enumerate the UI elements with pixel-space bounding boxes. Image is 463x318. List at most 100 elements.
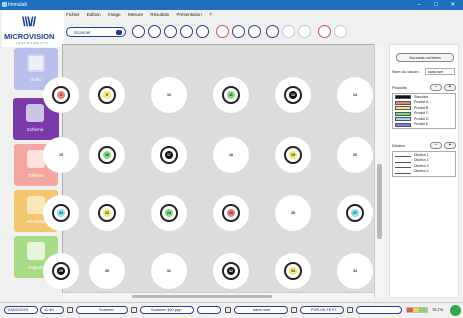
well-ring: 10 bbox=[160, 86, 178, 104]
plate-well[interactable]: 25 bbox=[213, 195, 249, 231]
maximize-button[interactable]: □ bbox=[429, 1, 443, 9]
settings-icon[interactable] bbox=[334, 25, 347, 38]
plate-canvas[interactable]: 4 9 10 11 12 13 15 16 17 18 19 20 22 23 24 25 26 27 29 30 31… bbox=[43, 44, 384, 298]
product-label: Standard bbox=[414, 94, 429, 99]
window-titlebar: Immulab – □ ✕ bbox=[0, 0, 463, 10]
well-ring: 32 bbox=[222, 262, 240, 280]
menu-mesure[interactable]: Mesure bbox=[128, 12, 143, 17]
tubes-icon[interactable] bbox=[132, 25, 145, 38]
scan-icon[interactable] bbox=[164, 25, 177, 38]
plate-well[interactable]: 30 bbox=[89, 253, 125, 289]
plate-well[interactable]: 33 bbox=[275, 253, 311, 289]
search-icon[interactable] bbox=[197, 306, 221, 314]
well-ring: 24 bbox=[160, 204, 178, 222]
pen-icon[interactable] bbox=[232, 25, 245, 38]
plate-well[interactable]: 15 bbox=[43, 137, 79, 173]
status-file: PVR-05-TEST bbox=[300, 306, 344, 314]
mode-select[interactable]: Scanner bbox=[66, 27, 126, 37]
well-ring: 31 bbox=[160, 262, 178, 280]
menu-help[interactable]: ? bbox=[209, 12, 212, 17]
add-dilution-button[interactable]: + bbox=[444, 142, 456, 149]
horizontal-scrollbar[interactable] bbox=[62, 292, 374, 299]
menu-edition[interactable]: Edition bbox=[87, 12, 101, 17]
menu-bar: Fichier Edition Image Mesure Résultats P… bbox=[66, 12, 218, 20]
plate-well[interactable]: 32 bbox=[213, 253, 249, 289]
product-swatch bbox=[395, 122, 411, 127]
plate-well[interactable]: 9 bbox=[89, 77, 125, 113]
status-resolution: Scanner 300 ppp bbox=[140, 306, 194, 314]
mode-select-value: Scanner bbox=[74, 30, 91, 35]
plate-well[interactable]: 29 bbox=[43, 253, 79, 289]
plate-well[interactable]: 27 bbox=[337, 195, 373, 231]
plate-well[interactable]: 11 bbox=[213, 77, 249, 113]
zoom-level-bar[interactable] bbox=[406, 307, 428, 313]
resolution-icon bbox=[131, 307, 137, 313]
well-number: 27 bbox=[351, 209, 359, 217]
well-number: 24 bbox=[165, 209, 173, 217]
well-number: 34 bbox=[353, 269, 357, 273]
well-ring: 4 bbox=[52, 86, 70, 104]
plate-icon[interactable] bbox=[216, 25, 229, 38]
plate-well[interactable]: 22 bbox=[43, 195, 79, 231]
plate-well[interactable]: 34 bbox=[337, 253, 373, 289]
new-schema-button[interactable]: Nouveau schéma bbox=[396, 53, 454, 62]
menu-resultats[interactable]: Résultats bbox=[150, 12, 169, 17]
menu-presentation[interactable]: Présentation bbox=[177, 12, 202, 17]
dilution-label: Dilution bbox=[392, 143, 406, 148]
plate-well[interactable]: 23 bbox=[89, 195, 125, 231]
minimize-button[interactable]: – bbox=[412, 1, 426, 9]
well-number: 12 bbox=[289, 91, 297, 99]
export-icon[interactable] bbox=[180, 25, 193, 38]
pointer-icon[interactable] bbox=[266, 25, 279, 38]
rotate-icon[interactable] bbox=[282, 25, 295, 38]
well-number: 26 bbox=[291, 211, 295, 215]
cancel-icon[interactable] bbox=[298, 25, 311, 38]
chevron-down-icon bbox=[116, 30, 122, 35]
menu-fichier[interactable]: Fichier bbox=[66, 12, 80, 17]
plate-well[interactable]: 20 bbox=[337, 137, 373, 173]
product-label: Produit C bbox=[414, 111, 429, 115]
produits-label: Produits bbox=[392, 85, 407, 90]
sidebar-item-label: Schéma bbox=[26, 127, 44, 132]
plate-well[interactable]: 24 bbox=[151, 195, 187, 231]
plate-well[interactable]: 13 bbox=[337, 77, 373, 113]
well-ring: 22 bbox=[52, 204, 70, 222]
plate-well[interactable]: 17 bbox=[151, 137, 187, 173]
plate-well[interactable]: 26 bbox=[275, 195, 311, 231]
well-ring: 30 bbox=[98, 262, 116, 280]
remove-dilution-button[interactable]: − bbox=[430, 142, 442, 149]
dilution-label-text: Dilution 3 bbox=[414, 163, 429, 168]
well-number: 15 bbox=[59, 153, 63, 157]
well-ring: 25 bbox=[222, 204, 240, 222]
plate-well[interactable]: 4 bbox=[43, 77, 79, 113]
add-product-button[interactable]: + bbox=[444, 84, 456, 91]
well-ring: 33 bbox=[284, 262, 302, 280]
product-legend-item[interactable]: Produit E bbox=[393, 122, 455, 128]
plate-well[interactable]: 10 bbox=[151, 77, 187, 113]
close-button[interactable]: ✕ bbox=[446, 1, 460, 9]
remove-product-button[interactable]: − bbox=[430, 84, 442, 91]
plate-well[interactable]: 16 bbox=[89, 137, 125, 173]
window-title: Immulab bbox=[8, 2, 28, 8]
vaccin-name-input[interactable]: sans nom bbox=[425, 68, 455, 75]
plate-well[interactable]: 31 bbox=[151, 253, 187, 289]
well-ring: 19 bbox=[284, 146, 302, 164]
well-ring: 18 bbox=[222, 146, 240, 164]
scroll-thumb[interactable] bbox=[377, 164, 382, 239]
dilution-legend-item[interactable]: Dilution 4 bbox=[393, 169, 455, 175]
plate-well[interactable]: 18 bbox=[213, 137, 249, 173]
product-swatch bbox=[395, 100, 411, 105]
grid-icon[interactable] bbox=[318, 25, 331, 38]
vertical-scrollbar[interactable] bbox=[374, 44, 384, 298]
capture-icon[interactable] bbox=[196, 25, 209, 38]
plate-well[interactable]: 12 bbox=[275, 77, 311, 113]
scroll-thumb[interactable] bbox=[132, 295, 272, 298]
menu-image[interactable]: Image bbox=[108, 12, 121, 17]
print-icon[interactable] bbox=[148, 25, 161, 38]
well-number: 29 bbox=[57, 267, 65, 275]
well-ring: 11 bbox=[222, 86, 240, 104]
plate-well[interactable]: 19 bbox=[275, 137, 311, 173]
logo-mark: \\\// bbox=[22, 14, 36, 29]
measure-icon[interactable] bbox=[248, 25, 261, 38]
status-name: sans nom bbox=[234, 306, 288, 314]
